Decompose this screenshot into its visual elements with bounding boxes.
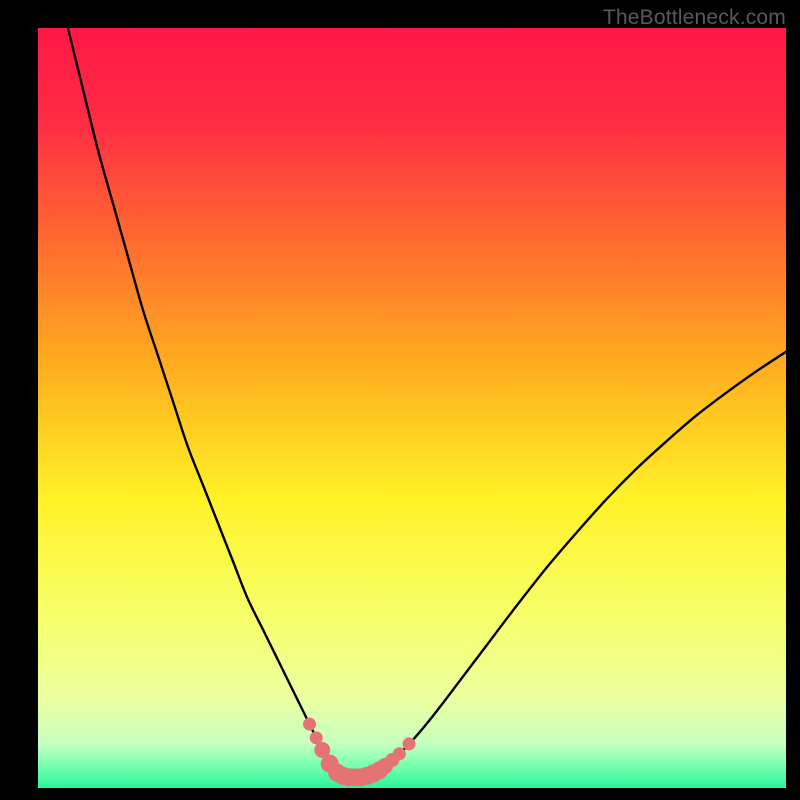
- gradient-background: [38, 28, 786, 788]
- chart-frame: TheBottleneck.com: [0, 0, 800, 800]
- watermark-text: TheBottleneck.com: [603, 6, 786, 30]
- highlight-point: [403, 737, 416, 750]
- plot-area: [38, 28, 786, 788]
- highlight-point: [393, 747, 406, 760]
- chart-svg: [38, 28, 786, 788]
- highlight-point: [303, 718, 316, 731]
